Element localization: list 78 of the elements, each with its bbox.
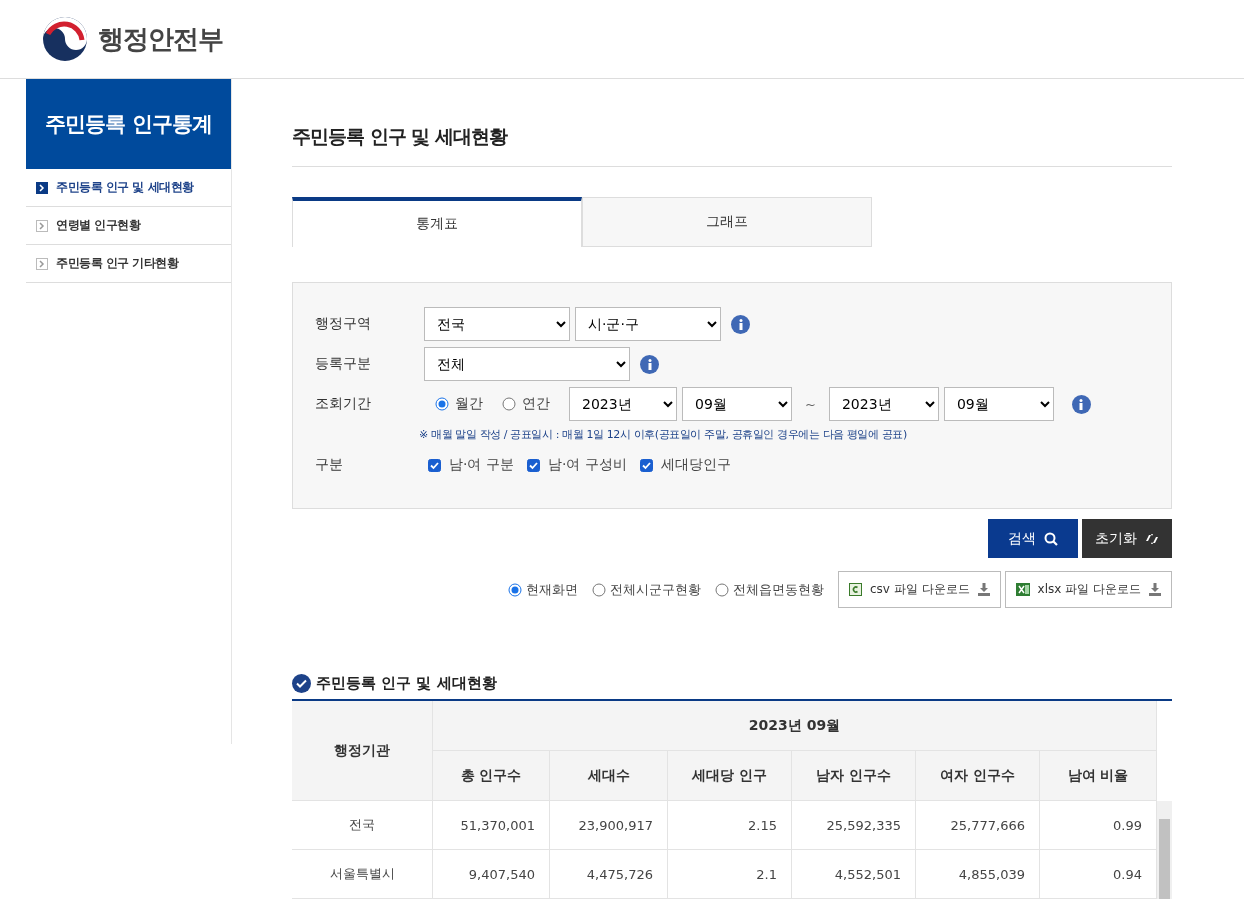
radio-button[interactable] — [508, 582, 522, 597]
dropdown-select[interactable]: 09월 — [943, 387, 1054, 421]
table-header: 여자 인구수 — [916, 751, 1040, 801]
checkbox[interactable] — [526, 458, 540, 472]
radio-label: 전체읍면동현황 — [733, 580, 824, 599]
dropdown-select[interactable]: 전국 — [424, 307, 570, 341]
dropdown-select[interactable]: 2023년 — [569, 387, 677, 421]
dropdown-select[interactable]: 2023년 — [828, 387, 939, 421]
field-label: 조회기간 — [315, 395, 372, 413]
reset-button[interactable]: 초기화 — [1082, 519, 1172, 558]
info-icon[interactable] — [640, 354, 659, 374]
field-label: 등록구분 — [315, 355, 372, 373]
refresh-icon — [1145, 532, 1159, 545]
table-cell: 4,855,039 — [916, 850, 1040, 899]
download-icon — [1149, 583, 1161, 596]
checkbox-label: 세대당인구 — [660, 456, 731, 474]
logo-text: 행정안전부 — [98, 22, 223, 56]
radio-label: 연간 — [522, 395, 550, 413]
download-button[interactable]: xlsx 파일 다운로드 — [1004, 571, 1172, 608]
table-cell: 9,407,540 — [433, 850, 550, 899]
checkbox-label: 남·여 구성비 — [547, 456, 627, 474]
tab[interactable]: 통계표 — [292, 197, 582, 247]
table-header: 총 인구수 — [433, 751, 550, 801]
scrollbar[interactable] — [1157, 801, 1172, 899]
radio-label: 월간 — [455, 395, 483, 413]
radio-label: 현재화면 — [526, 580, 578, 599]
radio-button[interactable] — [715, 582, 729, 597]
chevron-icon — [36, 257, 48, 270]
sidebar-title: 주민등록 인구통계 — [26, 79, 231, 169]
checkbox[interactable] — [428, 458, 441, 472]
radio-button[interactable] — [592, 582, 606, 597]
sidebar-item[interactable]: 주민등록 인구 및 세대현황 — [26, 169, 231, 207]
spreadsheet-icon — [1015, 583, 1030, 596]
table-cell: 0.94 — [1040, 850, 1157, 899]
table-header: 세대당 인구 — [668, 751, 792, 801]
range-separator: ~ — [805, 396, 816, 412]
table-cell: 25,592,335 — [792, 801, 916, 850]
dropdown-select[interactable]: 09월 — [682, 387, 792, 421]
page-title: 주민등록 인구 및 세대현황 — [292, 79, 1172, 167]
table-cell: 4,552,501 — [792, 850, 916, 899]
table-header: 행정기관 — [292, 701, 433, 801]
chevron-icon — [36, 181, 48, 194]
search-button[interactable]: 검색 — [988, 519, 1078, 558]
table-cell: 2.15 — [668, 801, 792, 850]
info-icon[interactable] — [1071, 394, 1091, 414]
sidebar-item[interactable]: 주민등록 인구 기타현황 — [26, 245, 231, 283]
checkbox-label: 남·여 구분 — [449, 456, 514, 474]
table-cell: 51,370,001 — [433, 801, 550, 850]
logo-icon — [42, 16, 88, 62]
check-circle-icon — [292, 674, 311, 693]
file-icon — [849, 583, 862, 596]
radio-button[interactable] — [502, 397, 516, 411]
table-header: 남자 인구수 — [792, 751, 916, 801]
info-icon[interactable] — [731, 314, 750, 334]
dropdown-select[interactable]: 전체 — [424, 347, 630, 381]
table-header: 세대수 — [550, 751, 668, 801]
table-header: 2023년 09월 — [433, 701, 1157, 751]
section-title: 주민등록 인구 및 세대현황 — [316, 674, 497, 693]
table-cell: 서울특별시 — [292, 850, 433, 899]
table-cell: 4,475,726 — [550, 850, 668, 899]
radio-button[interactable] — [435, 397, 449, 411]
table-header: 남여 비율 — [1040, 751, 1157, 801]
dropdown-select[interactable]: 시·군·구 — [575, 307, 721, 341]
download-button[interactable]: csv 파일 다운로드 — [838, 571, 1001, 608]
field-label: 행정구역 — [315, 315, 372, 333]
notice-text: ※ 매월 말일 작성 / 공표일시 : 매월 1일 12시 이후(공표일이 주말, 공휴일인 경우에는 다음 평일에 공표) — [418, 427, 908, 442]
download-icon — [977, 583, 990, 596]
radio-label: 전체시군구현황 — [610, 580, 701, 599]
table-cell: 23,900,917 — [550, 801, 668, 850]
table-cell: 전국 — [292, 801, 433, 850]
chevron-icon — [36, 219, 48, 232]
field-label: 구분 — [315, 456, 344, 474]
search-icon — [1044, 531, 1058, 546]
sidebar-item[interactable]: 연령별 인구현황 — [26, 207, 231, 245]
checkbox[interactable] — [639, 458, 653, 472]
table-cell: 25,777,666 — [916, 801, 1040, 850]
table-cell: 2.1 — [668, 850, 792, 899]
tab[interactable]: 그래프 — [582, 197, 872, 247]
